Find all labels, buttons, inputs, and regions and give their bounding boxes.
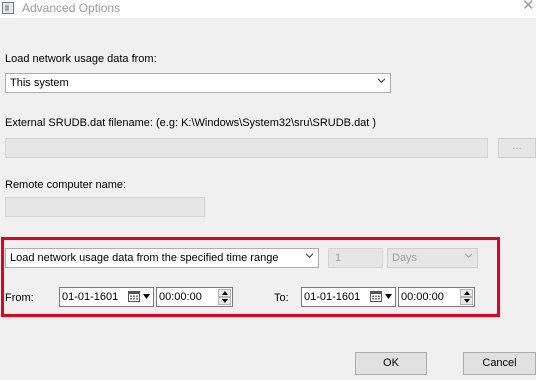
time-count-input[interactable]: 1 [328,248,383,268]
source-label: Load network usage data from: [5,53,157,65]
to-time-input[interactable]: 00:00:00 [398,287,475,307]
to-time-value: 00:00:00 [401,291,444,303]
time-unit-dropdown[interactable]: Days [387,248,478,268]
from-time-input[interactable]: 00:00:00 [156,287,233,307]
chevron-down-icon [385,294,392,299]
remote-computer-input[interactable] [5,197,205,217]
from-time-spinner[interactable] [218,289,231,305]
chevron-down-icon [143,294,150,299]
browse-button[interactable]: ... [498,138,536,158]
chevron-down-icon [378,78,385,83]
close-icon[interactable]: ✕ [522,0,535,14]
from-date-picker[interactable]: 01-01-1601 [59,287,154,307]
source-dropdown[interactable]: This system [5,73,391,93]
to-date-picker[interactable]: 01-01-1601 [301,287,396,307]
spin-up-icon[interactable] [218,289,231,297]
srudb-label: External SRUDB.dat filename: (e.g: K:\Wi… [5,117,377,129]
srudb-filename-input[interactable] [5,138,488,158]
calendar-icon[interactable] [370,291,382,302]
from-date-value: 01-01-1601 [62,291,119,303]
time-range-mode-dropdown[interactable]: Load network usage data from the specifi… [5,248,319,268]
window-title: Advanced Options [22,1,121,15]
app-icon [2,2,14,14]
from-label: From: [5,292,34,304]
chevron-down-icon [306,253,313,258]
title-bar: Advanced Options ✕ [0,0,536,18]
from-time-value: 00:00:00 [159,291,202,303]
spin-down-icon[interactable] [218,297,231,305]
source-dropdown-value: This system [10,77,69,89]
to-time-spinner[interactable] [460,289,473,305]
time-unit-value: Days [392,252,418,264]
spin-up-icon[interactable] [460,289,473,297]
to-label: To: [274,292,289,304]
ok-button[interactable]: OK [355,352,427,375]
cancel-button[interactable]: Cancel [463,352,536,375]
spin-down-icon[interactable] [460,297,473,305]
remote-computer-label: Remote computer name: [5,179,127,191]
to-date-value: 01-01-1601 [304,291,361,303]
time-count-value: 1 [335,252,342,264]
chevron-down-icon [465,253,472,258]
time-range-mode-value: Load network usage data from the specifi… [10,252,279,264]
calendar-icon[interactable] [128,291,140,302]
